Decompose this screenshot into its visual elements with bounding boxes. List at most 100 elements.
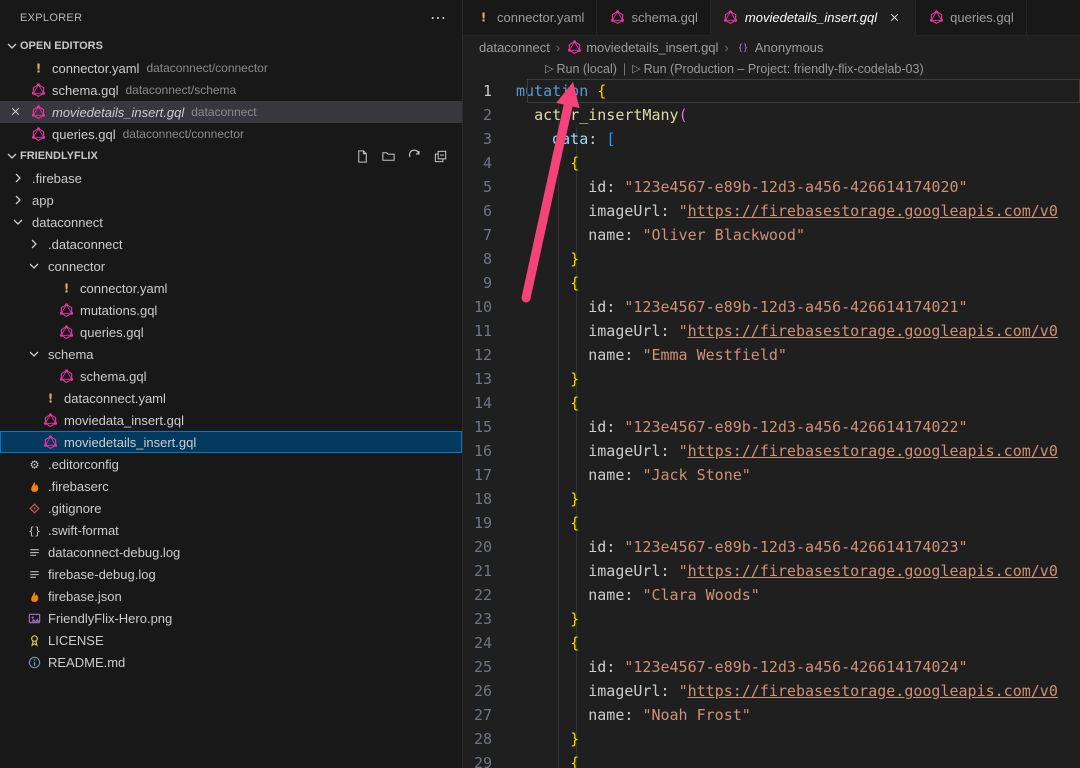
new-file-icon[interactable] (354, 148, 370, 164)
code-line-4[interactable]: 4 { (463, 151, 1080, 175)
tree-item-mutations-gql[interactable]: mutations.gql (0, 299, 462, 321)
tab-queries-gql[interactable]: queries.gql (916, 0, 1027, 36)
code-line-15[interactable]: 15 id: "123e4567-e89b-12d3-a456-42661417… (463, 415, 1080, 439)
tab-label: queries.gql (950, 10, 1014, 25)
code-line-7[interactable]: 7 name: "Oliver Blackwood" (463, 223, 1080, 247)
chevron-down-icon (26, 346, 42, 362)
code-line-29[interactable]: 29 { (463, 751, 1080, 768)
code-line-20[interactable]: 20 id: "123e4567-e89b-12d3-a456-42661417… (463, 535, 1080, 559)
code-line-5[interactable]: 5 id: "123e4567-e89b-12d3-a456-426614174… (463, 175, 1080, 199)
tree-item-firebase[interactable]: .firebase (0, 167, 462, 189)
code-line-12[interactable]: 12 name: "Emma Westfield" (463, 343, 1080, 367)
code-line-24[interactable]: 24 { (463, 631, 1080, 655)
tree-item-dataconnect[interactable]: dataconnect (0, 211, 462, 233)
code-line-6[interactable]: 6 imageUrl: "https://firebasestorage.goo… (463, 199, 1080, 223)
log-icon (26, 544, 42, 560)
file-description: dataconnect (191, 105, 256, 119)
code-line-26[interactable]: 26 imageUrl: "https://firebasestorage.go… (463, 679, 1080, 703)
tab-connector-yaml[interactable]: !connector.yaml (463, 0, 597, 36)
tab-label: moviedetails_insert.gql (745, 10, 877, 25)
line-number: 24 (463, 631, 516, 655)
new-folder-icon[interactable] (380, 148, 396, 164)
line-number: 2 (463, 103, 516, 127)
tree-item-firebase-json[interactable]: firebase.json (0, 585, 462, 607)
tree-item-label: dataconnect (32, 215, 103, 230)
code-line-18[interactable]: 18 } (463, 487, 1080, 511)
code-line-21[interactable]: 21 imageUrl: "https://firebasestorage.go… (463, 559, 1080, 583)
breadcrumb-item-dataconnect[interactable]: dataconnect (479, 40, 550, 55)
code-line-28[interactable]: 28 } (463, 727, 1080, 751)
tree-item-moviedetails-insert-gql[interactable]: moviedetails_insert.gql (0, 431, 462, 453)
project-root-header[interactable]: FRIENDLYFLIX (0, 145, 462, 167)
code-line-text: id: "123e4567-e89b-12d3-a456-42661417402… (516, 295, 968, 319)
breadcrumb-item-moviedetails-insert-gql[interactable]: moviedetails_insert.gql (566, 39, 718, 55)
tree-item-swift-format[interactable]: {}.swift-format (0, 519, 462, 541)
code-line-27[interactable]: 27 name: "Noah Frost" (463, 703, 1080, 727)
graphql-icon (609, 10, 625, 26)
tab-label: schema.gql (631, 10, 697, 25)
code-line-25[interactable]: 25 id: "123e4567-e89b-12d3-a456-42661417… (463, 655, 1080, 679)
code-line-16[interactable]: 16 imageUrl: "https://firebasestorage.go… (463, 439, 1080, 463)
tree-item-connector-yaml[interactable]: !connector.yaml (0, 277, 462, 299)
code-line-11[interactable]: 11 imageUrl: "https://firebasestorage.go… (463, 319, 1080, 343)
run-production-label: Run (Production – Project: friendly-flix… (644, 62, 924, 76)
chevron-right-icon (26, 236, 42, 252)
tree-item-connector[interactable]: connector (0, 255, 462, 277)
tree-item-firebase-debug-log[interactable]: firebase-debug.log (0, 563, 462, 585)
line-number: 28 (463, 727, 516, 751)
code-line-14[interactable]: 14 { (463, 391, 1080, 415)
code-line-19[interactable]: 19 { (463, 511, 1080, 535)
code-line-10[interactable]: 10 id: "123e4567-e89b-12d3-a456-42661417… (463, 295, 1080, 319)
graphql-icon (30, 126, 46, 142)
code-line-23[interactable]: 23 } (463, 607, 1080, 631)
refresh-icon[interactable] (406, 148, 422, 164)
breadcrumb-item-anonymous[interactable]: {}Anonymous (735, 39, 824, 55)
open-editors-header[interactable]: OPEN EDITORS (0, 35, 462, 57)
graphql-icon (42, 412, 58, 428)
code-line-22[interactable]: 22 name: "Clara Woods" (463, 583, 1080, 607)
run-production-button[interactable]: ▷ Run (Production – Project: friendly-fl… (632, 62, 923, 76)
tree-item-readme-md[interactable]: README.md (0, 651, 462, 673)
code-line-3[interactable]: 3 data: [ (463, 127, 1080, 151)
open-editor-item-queries-gql[interactable]: queries.gqldataconnect/connector (0, 123, 462, 145)
close-icon[interactable] (8, 104, 24, 120)
tab-moviedetails-insert-gql[interactable]: moviedetails_insert.gql (711, 0, 916, 36)
tree-item-app[interactable]: app (0, 189, 462, 211)
svg-text:!: ! (47, 391, 53, 405)
code-line-9[interactable]: 9 { (463, 271, 1080, 295)
file-description: dataconnect/connector (146, 61, 267, 75)
close-icon[interactable] (887, 10, 903, 26)
graphql-icon (58, 324, 74, 340)
tab-schema-gql[interactable]: schema.gql (597, 0, 710, 36)
tree-item-label: firebase.json (48, 589, 122, 604)
line-number: 15 (463, 415, 516, 439)
tree-item-dataconnect-debug-log[interactable]: dataconnect-debug.log (0, 541, 462, 563)
code-line-2[interactable]: 2 actor_insertMany( (463, 103, 1080, 127)
tree-item-queries-gql[interactable]: queries.gql (0, 321, 462, 343)
tree-item-gitignore[interactable]: .gitignore (0, 497, 462, 519)
open-editor-item-moviedetails-insert-gql[interactable]: moviedetails_insert.gqldataconnect (0, 101, 462, 123)
tree-item-schema[interactable]: schema (0, 343, 462, 365)
code-editor[interactable]: 1mutation {2 actor_insertMany(3 data: [4… (463, 79, 1080, 768)
more-actions-icon[interactable]: ⋯ (430, 8, 446, 28)
tree-item-firebaserc[interactable]: .firebaserc (0, 475, 462, 497)
json-icon: {} (26, 522, 42, 538)
open-editor-item-schema-gql[interactable]: schema.gqldataconnect/schema (0, 79, 462, 101)
run-local-button[interactable]: ▷ Run (local) (545, 62, 617, 76)
code-line-17[interactable]: 17 name: "Jack Stone" (463, 463, 1080, 487)
code-line-13[interactable]: 13 } (463, 367, 1080, 391)
tree-item-friendlyflix-hero-png[interactable]: FriendlyFlix-Hero.png (0, 607, 462, 629)
tree-item-dataconnect[interactable]: .dataconnect (0, 233, 462, 255)
code-line-8[interactable]: 8 } (463, 247, 1080, 271)
code-line-1[interactable]: 1mutation { (463, 79, 1080, 103)
tree-item-moviedata-insert-gql[interactable]: moviedata_insert.gql (0, 409, 462, 431)
open-editor-item-connector-yaml[interactable]: !connector.yamldataconnect/connector (0, 57, 462, 79)
play-icon: ▷ (545, 62, 553, 75)
warning-icon: ! (58, 280, 74, 296)
tree-item-schema-gql[interactable]: schema.gql (0, 365, 462, 387)
line-number: 9 (463, 271, 516, 295)
collapse-all-icon[interactable] (432, 148, 448, 164)
tree-item-editorconfig[interactable]: ⚙.editorconfig (0, 453, 462, 475)
tree-item-license[interactable]: LICENSE (0, 629, 462, 651)
tree-item-dataconnect-yaml[interactable]: !dataconnect.yaml (0, 387, 462, 409)
